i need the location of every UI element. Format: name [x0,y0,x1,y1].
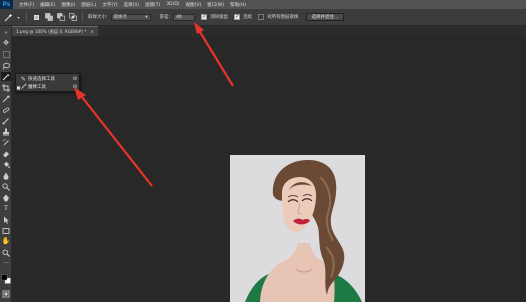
document-tab[interactable]: 1.png @ 100% (图层 0, RGB/8#) * × [12,26,98,36]
select-and-mask-button[interactable]: 选择并遮住... [305,13,345,21]
subtract-from-selection-icon[interactable] [56,13,65,22]
brush-tool-icon[interactable] [1,116,11,125]
quick-mask-icon[interactable] [1,289,11,298]
paint-bucket-tool-icon[interactable] [1,160,11,169]
lasso-tool-icon[interactable] [1,61,11,70]
menu-window[interactable]: 窗口(W) [204,2,227,8]
antialias-checkbox[interactable]: ✓ [201,14,208,20]
tools-panel: » ✥ T ✋ ··· [0,26,12,302]
quick-selection-icon: ✎ [21,75,27,83]
sample-all-layers-checkbox[interactable] [258,14,265,20]
flyout-item-quick-selection[interactable]: ✎ 快速选择工具 W [16,75,79,83]
eyedropper-tool-icon[interactable] [1,94,11,103]
portrait-image [230,155,365,302]
more-tools-icon[interactable]: ··· [1,259,11,268]
arrow-to-magic-wand [81,96,153,187]
antialias-label: 消除锯齿 [210,15,229,20]
hand-tool-icon[interactable]: ✋ [1,237,11,246]
contiguous-label: 连续 [243,15,253,20]
menu-type[interactable]: 文字(Y) [99,2,120,8]
type-tool-icon[interactable]: T [1,204,11,213]
menu-bar: Ps 文件(F) 编辑(E) 图像(I) 图层(L) 文字(Y) 选择(S) 滤… [0,0,526,9]
photoshop-logo: Ps [0,0,13,9]
options-bar: ▾ 取样大小: 取样点 ▾ 容差: 40 ✓ 消除锯齿 ✓ 连续 对所有图层取样… [0,9,526,26]
new-selection-icon[interactable] [32,13,41,22]
menu-filter[interactable]: 滤镜(T) [142,2,163,8]
history-brush-tool-icon[interactable] [1,138,11,147]
menu-help[interactable]: 帮助(H) [227,2,249,8]
blur-tool-icon[interactable] [1,171,11,180]
sample-all-layers-label: 对所有图层取样 [267,15,299,20]
divider [26,12,27,22]
preset-dropdown-icon[interactable]: ▾ [16,13,21,22]
menu-view[interactable]: 视图(V) [183,2,205,8]
close-icon[interactable]: × [90,29,94,34]
flyout-item-label: 魔棒工具 [28,85,46,90]
tolerance-label: 容差: [159,15,171,20]
pen-tool-icon[interactable] [1,193,11,202]
move-tool-icon[interactable]: ✥ [1,39,11,48]
document-tab-title: 1.png @ 100% (图层 0, RGB/8#) * [16,28,87,34]
shortcut-key: W [72,84,78,90]
healing-brush-tool-icon[interactable] [1,105,11,114]
dodge-tool-icon[interactable] [1,182,11,191]
arrow-to-tolerance [199,31,234,87]
flyout-item-label: 快速选择工具 [28,77,55,82]
intersect-selection-icon[interactable] [68,13,77,22]
shortcut-key: W [72,76,78,82]
menu-edit[interactable]: 编辑(E) [37,2,58,8]
crop-tool-icon[interactable] [1,83,11,92]
tolerance-input[interactable]: 40 [173,13,196,21]
divider [82,12,83,22]
rectangle-tool-icon[interactable] [1,226,11,235]
sample-size-select[interactable]: 取样点 ▾ [110,13,151,21]
menu-layer[interactable]: 图层(L) [78,2,99,8]
selection-tool-flyout: ✎ 快速选择工具 W ■ 魔棒工具 W [15,73,80,92]
menu-file[interactable]: 文件(F) [16,2,37,8]
add-to-selection-icon[interactable] [44,13,53,22]
zoom-tool-icon[interactable] [1,248,11,257]
menu-3d[interactable]: 3D(D) [163,2,182,8]
menu-select[interactable]: 选择(S) [121,2,142,8]
marquee-tool-icon[interactable] [1,50,11,59]
menu-image[interactable]: 图像(I) [58,2,78,8]
color-swatches-icon[interactable] [1,272,11,286]
sample-size-value: 取样点 [113,15,128,20]
contiguous-checkbox[interactable]: ✓ [234,14,241,20]
flyout-item-magic-wand[interactable]: ■ 魔棒工具 W [16,83,79,91]
document-tab-bar: 1.png @ 100% (图层 0, RGB/8#) * × [12,26,526,37]
magic-wand-preset-icon[interactable] [4,13,13,22]
sample-size-label: 取样大小: [88,15,108,20]
magic-wand-icon [21,83,28,91]
canvas-photo[interactable] [230,155,365,302]
magic-wand-tool-icon[interactable] [1,72,11,81]
clone-stamp-tool-icon[interactable] [1,127,11,136]
path-selection-tool-icon[interactable] [1,215,11,224]
panel-collapse-icon[interactable]: » [1,29,11,38]
chevron-down-icon: ▾ [145,14,148,20]
eraser-tool-icon[interactable] [1,149,11,158]
menu-items: 文件(F) 编辑(E) 图像(I) 图层(L) 文字(Y) 选择(S) 滤镜(T… [16,2,249,8]
